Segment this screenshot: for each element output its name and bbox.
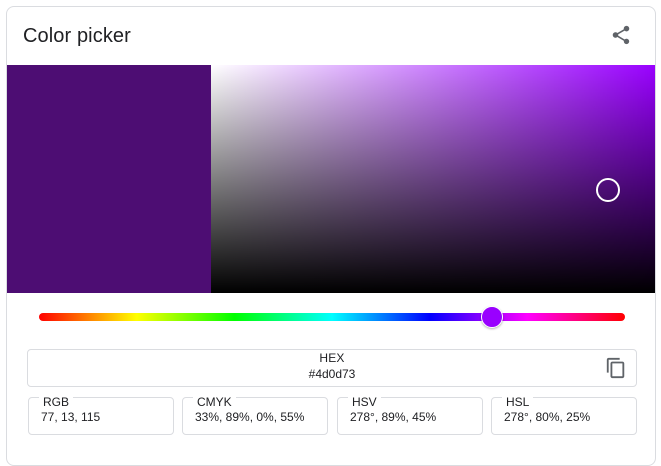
rgb-label: RGB: [39, 396, 74, 408]
card-title: Color picker: [23, 25, 131, 47]
hsl-field: HSL: [491, 396, 637, 435]
saturation-value-handle[interactable]: [595, 178, 620, 203]
copy-icon: [606, 357, 625, 379]
cmyk-input[interactable]: [195, 410, 323, 424]
rgb-field: RGB: [28, 396, 174, 435]
share-icon: [612, 25, 630, 45]
hsv-field: HSV: [337, 396, 483, 435]
rgb-input[interactable]: [41, 410, 169, 424]
hsv-input[interactable]: [350, 410, 478, 424]
card-header: Color picker: [7, 7, 655, 65]
copy-button[interactable]: [604, 356, 628, 380]
share-button[interactable]: [607, 21, 635, 49]
hsl-input[interactable]: [504, 410, 632, 424]
hex-field: HEX: [27, 349, 637, 387]
hsl-label: HSL: [502, 396, 534, 408]
hue-slider[interactable]: [39, 306, 625, 328]
hue-slider-handle[interactable]: [480, 306, 503, 328]
cmyk-field: CMYK: [182, 396, 328, 435]
saturation-value-area[interactable]: [211, 65, 655, 293]
hex-label: HEX: [319, 351, 345, 365]
cmyk-label: CMYK: [193, 396, 236, 408]
color-preview-swatch: [7, 65, 211, 293]
hsv-label: HSV: [348, 396, 381, 408]
color-picker-card: Color picker HEX RGB CMYK HSV: [6, 6, 656, 466]
hex-input[interactable]: [28, 367, 636, 381]
